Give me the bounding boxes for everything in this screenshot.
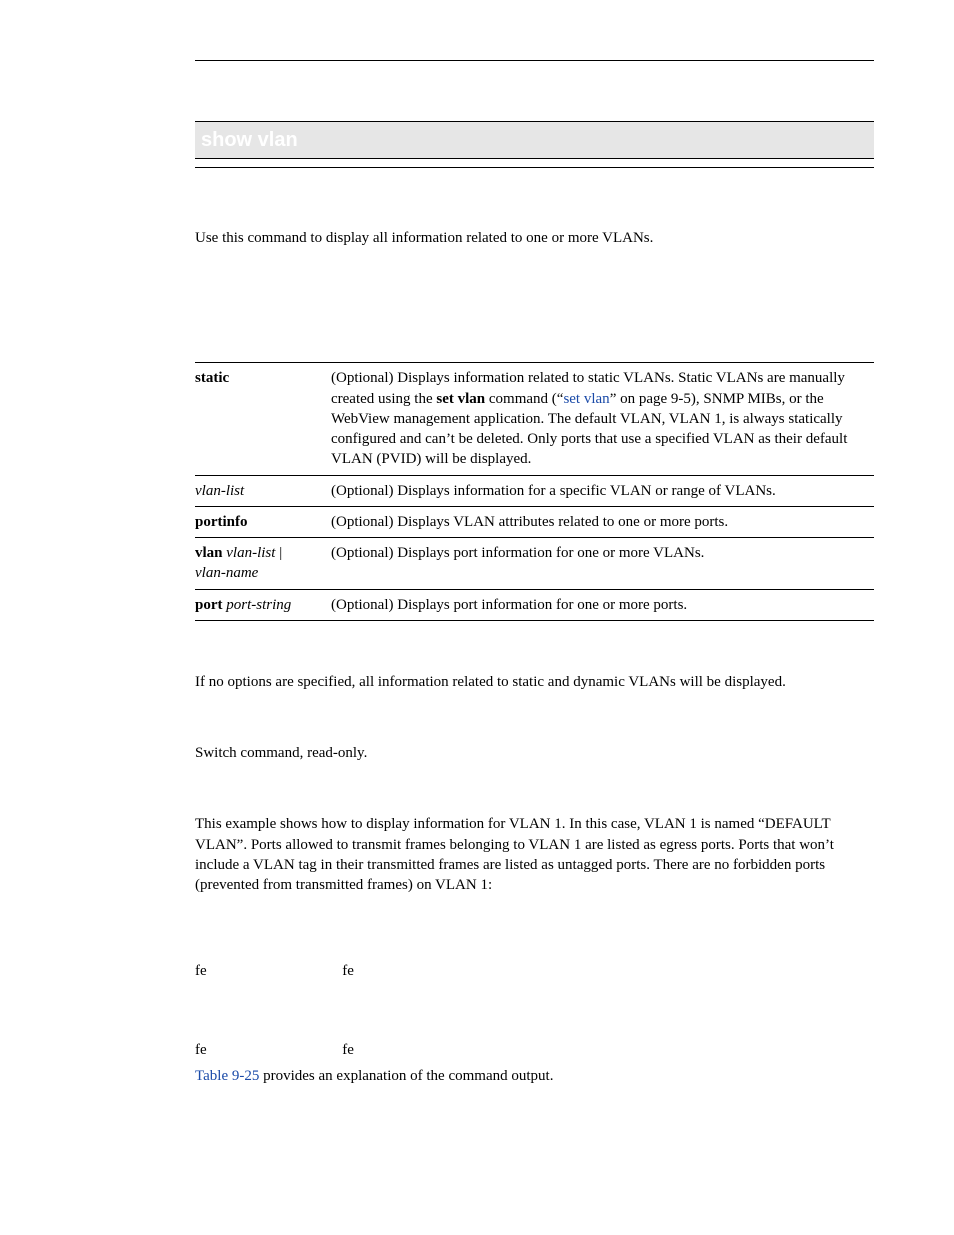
param-key-port: port port-string xyxy=(195,589,331,620)
example-text: This example shows how to display inform… xyxy=(195,814,874,895)
section-defaults-title: Defaults xyxy=(195,649,874,666)
section-mode-title: Mode xyxy=(195,720,874,737)
param-key-vlan: vlan vlan-list | vlan-name xyxy=(195,538,331,590)
cli-fe-row-2: fe.1.1-60, fe.2.1-24 xyxy=(195,1041,874,1062)
parameters-table: static (Optional) Displays information r… xyxy=(195,362,874,621)
mode-text: Switch command, read-only. xyxy=(195,743,874,763)
cli-line-4: Forbidden Egress Ports xyxy=(195,983,874,1003)
param-key-portinfo: portinfo xyxy=(195,506,331,537)
syntax-text: show vlan [static] [vlan-list] [portinfo… xyxy=(195,297,874,313)
cli-line-5: None. xyxy=(195,1002,874,1022)
section-example-title: Example xyxy=(195,791,874,808)
param-desc-vlan: (Optional) Displays port information for… xyxy=(331,538,874,590)
param-key-static: static xyxy=(195,363,331,475)
section-parameters-title: Parameters xyxy=(195,339,874,356)
param-desc-portinfo: (Optional) Displays VLAN attributes rela… xyxy=(331,506,874,537)
section-syntax-title: Syntax xyxy=(195,274,874,291)
table-reference-line: Table 9-25 provides an explanation of th… xyxy=(195,1066,874,1086)
defaults-text: If no options are specified, all informa… xyxy=(195,672,874,692)
cli-line-6: Untagged Ports xyxy=(195,1022,874,1042)
link-table-9-25[interactable]: Table 9-25 xyxy=(195,1068,259,1084)
cli-line-3: Egress Ports xyxy=(195,942,874,962)
cli-line-2: VLAN: 1 NAME: DEFAULT VLAN Status: Enabl… xyxy=(195,923,874,943)
page-footer: SecureStack B2 Configuration Guide 9-3 xyxy=(675,1179,874,1191)
cli-fe-row-1: fe.1.1-60, fe.2.1-24 xyxy=(195,962,874,983)
command-title-bar: show vlan xyxy=(195,121,874,159)
cli-line-1: B2(su)->show vlan 1 xyxy=(195,903,874,923)
param-desc-static: (Optional) Displays information related … xyxy=(331,363,874,475)
command-description: Use this command to display all informat… xyxy=(195,228,874,248)
param-key-vlanlist: vlan-list xyxy=(195,475,331,506)
param-desc-vlanlist: (Optional) Displays information for a sp… xyxy=(331,475,874,506)
link-set-vlan[interactable]: set vlan xyxy=(563,391,609,407)
param-desc-port: (Optional) Displays port information for… xyxy=(331,589,874,620)
